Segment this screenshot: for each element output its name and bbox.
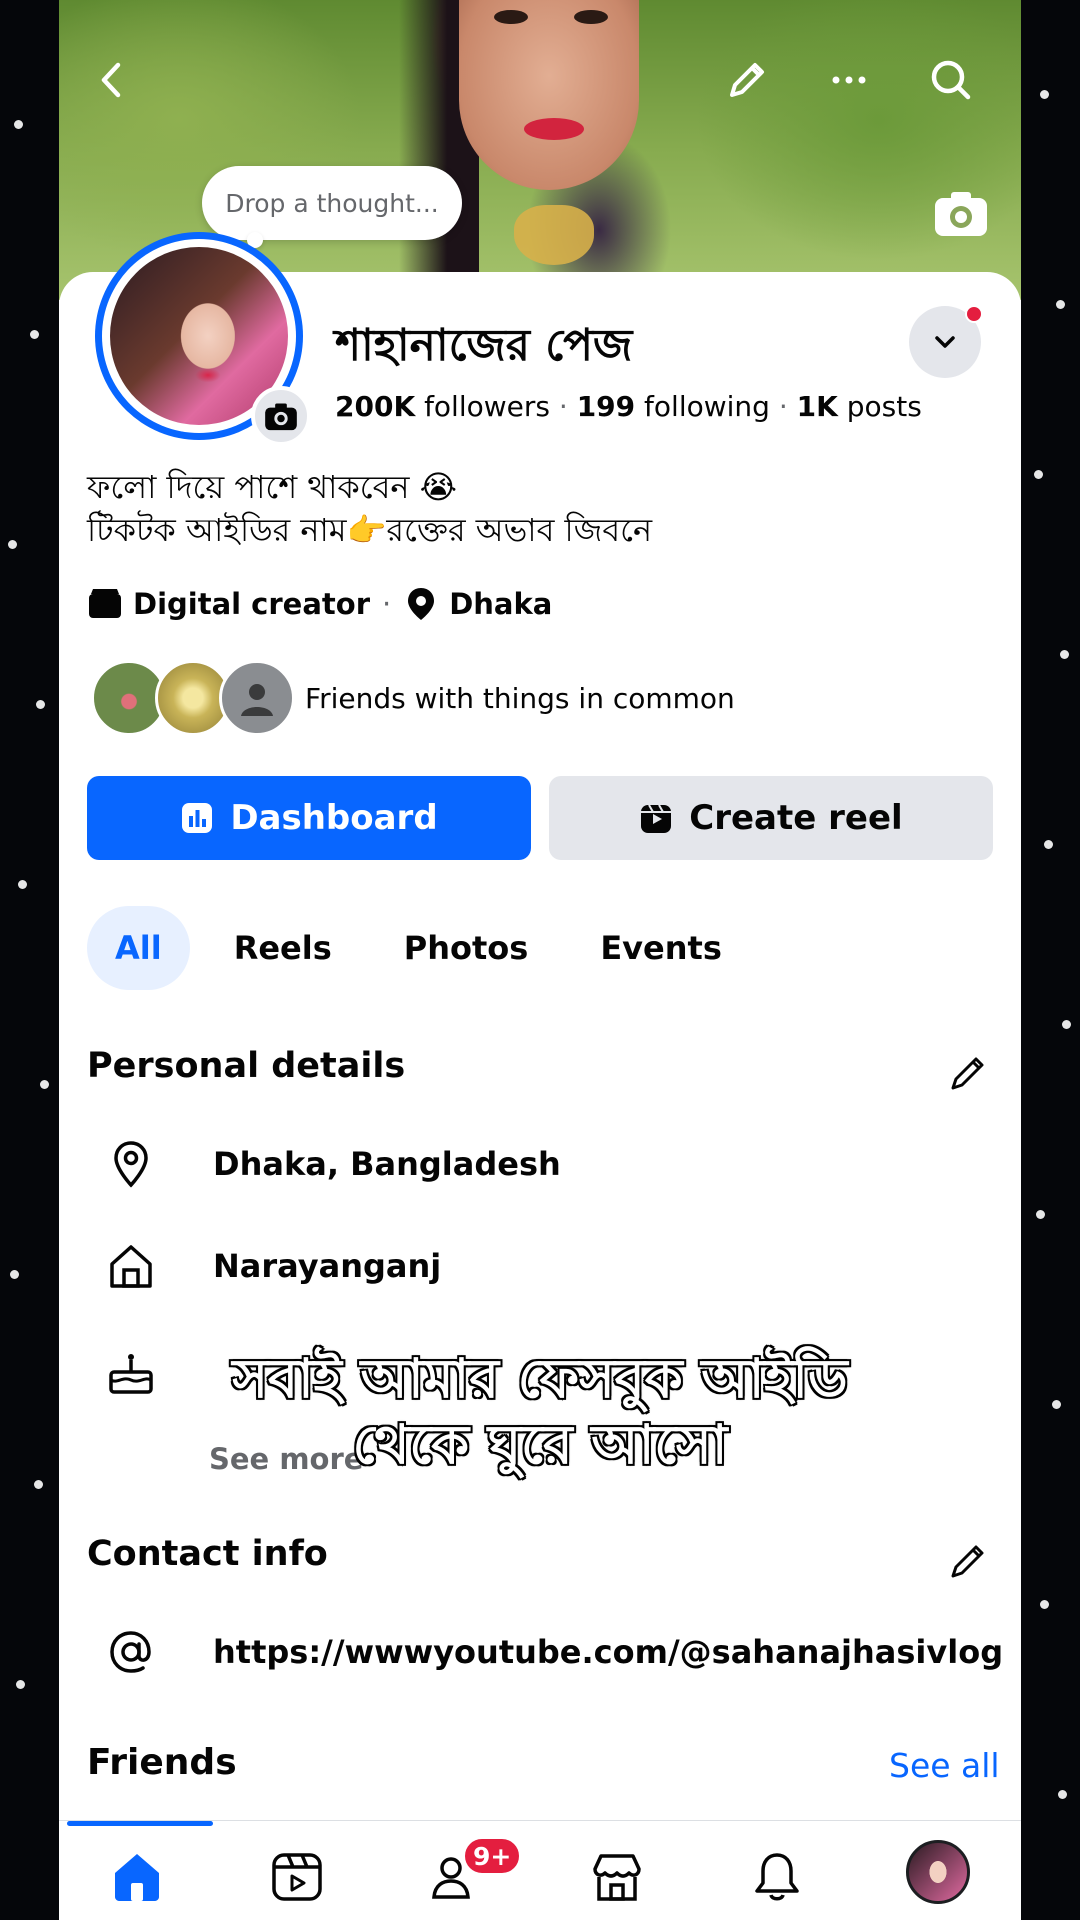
bottom-navigation — [59, 1820, 1021, 1920]
posts-label: posts — [846, 390, 922, 423]
profile-tabs: All Reels Photos Events — [87, 906, 766, 990]
tab-photos[interactable]: Photos — [376, 906, 557, 990]
detail-hometown: Narayanganj — [105, 1240, 441, 1292]
mutual-friends-row[interactable]: Friends with things in common — [91, 660, 735, 736]
stats-separator: · — [778, 390, 797, 423]
chevron-down-icon — [935, 336, 955, 348]
contact-info-title: Contact info — [87, 1534, 328, 1574]
detail-hometown-text: Narayanganj — [213, 1247, 442, 1285]
detail-location-text: Dhaka, Bangladesh — [213, 1145, 561, 1183]
friends-section-title: Friends — [87, 1742, 237, 1783]
at-sign-icon — [110, 1631, 151, 1673]
category-label: Digital creator — [133, 587, 370, 621]
pencil-icon[interactable] — [719, 52, 775, 108]
dashboard-icon — [182, 803, 213, 833]
nav-video[interactable] — [263, 1843, 331, 1911]
friend-avatar — [219, 660, 295, 736]
meta-separator: · — [382, 587, 392, 621]
search-icon[interactable] — [923, 52, 979, 108]
followers-label[interactable]: followers — [424, 390, 550, 423]
edit-pencil-icon[interactable] — [947, 1538, 991, 1582]
nav-profile-avatar[interactable] — [906, 1840, 970, 1904]
contact-website-text: https://wwwyoutube.com/@sahanajhasivlog — [213, 1633, 1004, 1671]
default-user-icon — [241, 684, 273, 716]
page-title: শাহানাজের পেজ — [335, 320, 633, 371]
friends-badge: 9+ — [462, 1836, 523, 1876]
notification-dot — [965, 305, 983, 323]
clapperboard-icon — [89, 589, 121, 618]
tab-all[interactable]: All — [87, 906, 190, 990]
location-pin-icon — [408, 588, 435, 620]
thought-bubble[interactable]: Drop a thought... — [202, 166, 462, 240]
camera-icon[interactable] — [933, 188, 989, 238]
back-arrow-icon[interactable] — [85, 52, 141, 108]
posts-count: 1K — [796, 390, 838, 423]
see-all-friends-link[interactable]: See all — [889, 1746, 1000, 1785]
overlay-caption-line1: সবাই আমার ফেসবুক আইডি — [231, 1346, 849, 1412]
profile-screen: Drop a thought... শাহানাজের পেজ 200K fol… — [59, 0, 1021, 1920]
cover-eye — [494, 10, 528, 24]
create-reel-label: Create reel — [689, 798, 903, 838]
dashboard-label: Dashboard — [230, 798, 438, 838]
nav-home[interactable] — [103, 1843, 171, 1911]
cover-face — [459, 0, 639, 190]
tab-events[interactable]: Events — [572, 906, 750, 990]
profile-meta: Digital creator · Dhaka — [87, 586, 552, 622]
following-label[interactable]: following — [644, 390, 770, 423]
detail-location: Dhaka, Bangladesh — [105, 1138, 561, 1190]
followers-count[interactable]: 200K — [335, 390, 415, 423]
active-tab-indicator — [67, 1821, 213, 1826]
avatar-camera-icon[interactable] — [251, 386, 311, 446]
video-icon — [272, 1853, 322, 1901]
following-count[interactable]: 199 — [577, 390, 635, 423]
location-label: Dhaka — [449, 587, 553, 621]
home-icon — [110, 1245, 152, 1288]
create-reel-button[interactable]: Create reel — [549, 776, 993, 860]
stats-separator: · — [558, 390, 577, 423]
dashboard-button[interactable]: Dashboard — [87, 776, 531, 860]
friends-in-common-label: Friends with things in common — [305, 681, 735, 715]
reel-icon — [641, 804, 672, 833]
nav-notifications[interactable] — [743, 1843, 811, 1911]
nav-marketplace[interactable] — [583, 1843, 651, 1911]
more-icon[interactable] — [821, 52, 877, 108]
location-pin-icon — [114, 1141, 148, 1188]
marketplace-icon — [593, 1854, 641, 1901]
contact-website[interactable]: https://wwwyoutube.com/@sahanajhasivlog — [105, 1626, 1003, 1678]
cover-lips — [524, 118, 584, 140]
profile-stats: 200K followers · 199 following · 1K post… — [335, 390, 922, 423]
personal-details-title: Personal details — [87, 1046, 406, 1086]
tab-reels[interactable]: Reels — [206, 906, 360, 990]
overlay-caption-line2: থেকে ঘুরে আসো — [351, 1412, 729, 1478]
cover-eye — [574, 10, 608, 24]
notifications-icon — [755, 1853, 799, 1901]
home-icon — [115, 1854, 159, 1901]
cover-necklace — [514, 205, 594, 265]
profile-bio: ফলো দিয়ে পাশে থাকবেন 😭 টিকটক আইডির নাম👉… — [87, 468, 653, 549]
edit-pencil-icon[interactable] — [947, 1050, 991, 1094]
